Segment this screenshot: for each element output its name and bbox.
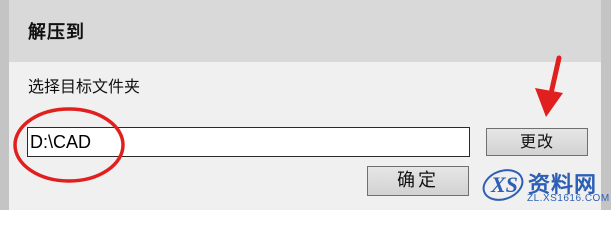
watermark-url: ZL.XS1616.COM xyxy=(527,193,610,204)
watermark-logo-text: XS xyxy=(490,172,518,197)
highlight-circle xyxy=(13,107,125,183)
red-arrow-icon xyxy=(535,55,563,117)
